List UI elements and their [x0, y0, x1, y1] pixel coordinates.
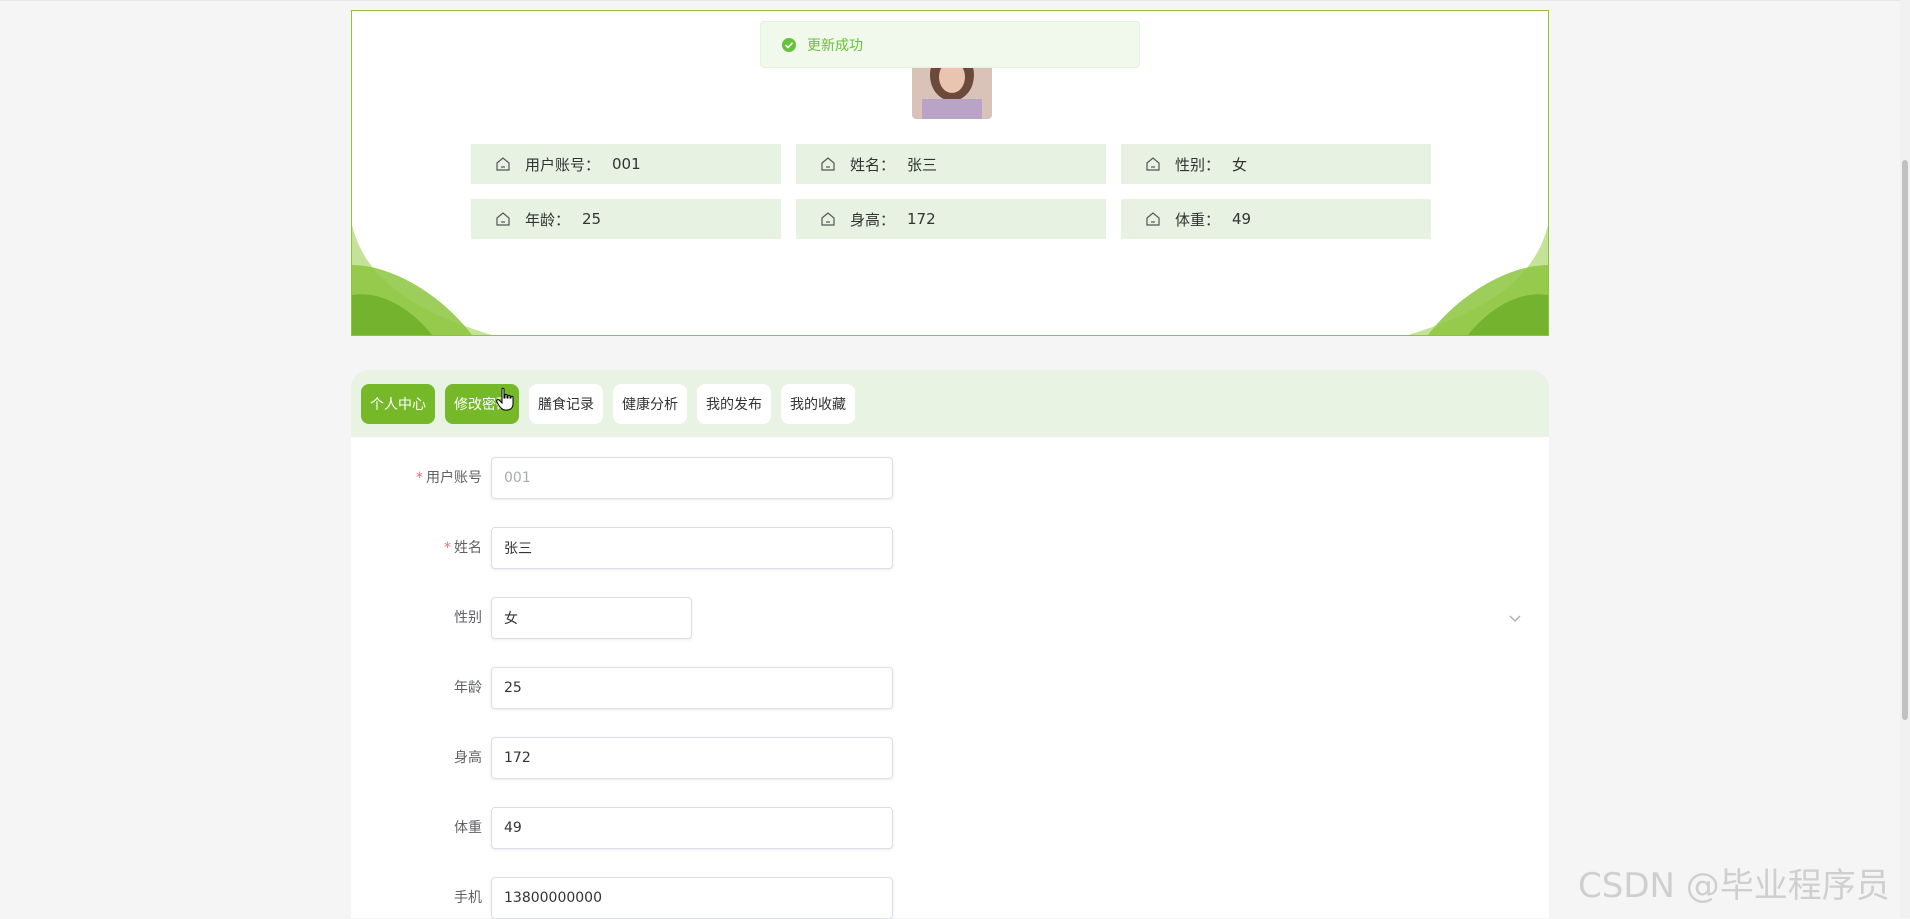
tab-my-favorites[interactable]: 我的收藏	[781, 383, 855, 424]
home-icon	[496, 212, 510, 226]
form-label-height: 身高	[454, 750, 482, 766]
info-value: 25	[582, 210, 602, 228]
home-icon	[821, 157, 835, 171]
home-icon	[1146, 212, 1160, 226]
scrollbar-track[interactable]	[1900, 0, 1910, 918]
info-gender: 性别： 女	[1121, 144, 1431, 184]
account-input[interactable]	[491, 457, 893, 499]
info-label: 用户账号：	[525, 155, 601, 174]
name-input[interactable]	[491, 527, 893, 569]
form-label-phone: 手机	[454, 890, 482, 906]
form-label-gender: 性别	[454, 610, 482, 626]
tab-diet-records[interactable]: 膳食记录	[529, 383, 603, 424]
chevron-down-icon[interactable]	[1507, 610, 1523, 626]
phone-input[interactable]	[491, 877, 893, 919]
info-value: 女	[1232, 155, 1248, 174]
home-icon	[1146, 157, 1160, 171]
form-row-gender: 性别	[351, 597, 1549, 639]
age-input[interactable]	[491, 667, 893, 709]
info-name: 姓名： 张三	[796, 144, 1106, 184]
leaf-decoration-right	[1408, 225, 1548, 335]
label-text: 用户账号	[426, 470, 482, 486]
required-mark: *	[416, 470, 423, 486]
info-weight: 体重： 49	[1121, 199, 1431, 239]
info-age: 年龄： 25	[471, 199, 781, 239]
info-label: 体重：	[1175, 210, 1221, 229]
form-row-weight: 体重	[351, 807, 1549, 849]
toast-message: 更新成功	[807, 37, 863, 54]
form-row-phone: 手机	[351, 877, 1549, 919]
gender-select[interactable]	[491, 597, 692, 639]
label-text: 姓名	[454, 540, 482, 556]
info-value: 张三	[907, 155, 938, 174]
hand-cursor-icon	[496, 387, 514, 411]
form-row-name: * 姓名	[351, 527, 1549, 569]
home-icon	[821, 212, 835, 226]
form-label-name: * 姓名	[444, 527, 482, 569]
info-label: 性别：	[1175, 155, 1221, 174]
leaf-decoration-left	[352, 225, 492, 335]
info-height: 身高： 172	[796, 199, 1106, 239]
info-label: 姓名：	[850, 155, 896, 174]
watermark: CSDN @毕业程序员	[1578, 866, 1890, 906]
form-label-weight: 体重	[454, 820, 482, 836]
success-toast: 更新成功	[760, 21, 1140, 68]
required-mark: *	[444, 540, 451, 556]
info-value: 172	[907, 210, 936, 228]
form-row-age: 年龄	[351, 667, 1549, 709]
weight-input[interactable]	[491, 807, 893, 849]
top-divider	[0, 0, 1910, 1]
tabs-bar: 个人中心 修改密码 膳食记录 健康分析 我的发布 我的收藏	[351, 370, 1549, 437]
height-input[interactable]	[491, 737, 893, 779]
form-label-age: 年龄	[454, 680, 482, 696]
info-label: 身高：	[850, 210, 896, 229]
info-value: 001	[612, 155, 641, 173]
check-circle-icon	[782, 37, 796, 52]
form-row-height: 身高	[351, 737, 1549, 779]
form-row-account: * 用户账号	[351, 457, 1549, 499]
tab-personal-center[interactable]: 个人中心	[361, 383, 435, 424]
tab-my-posts[interactable]: 我的发布	[697, 383, 771, 424]
profile-info-grid: 用户账号： 001 姓名： 张三 性别： 女 年龄： 25 身高： 172 体重…	[471, 144, 1432, 239]
info-value: 49	[1232, 210, 1252, 228]
tab-health-analysis[interactable]: 健康分析	[613, 383, 687, 424]
form-label-account: * 用户账号	[416, 457, 482, 499]
home-icon	[496, 157, 510, 171]
info-account: 用户账号： 001	[471, 144, 781, 184]
info-label: 年龄：	[525, 210, 571, 229]
scrollbar-thumb[interactable]	[1902, 160, 1908, 720]
profile-form: *用户账号 *姓名 性别 年龄 身高 体重 手机	[351, 437, 1549, 919]
